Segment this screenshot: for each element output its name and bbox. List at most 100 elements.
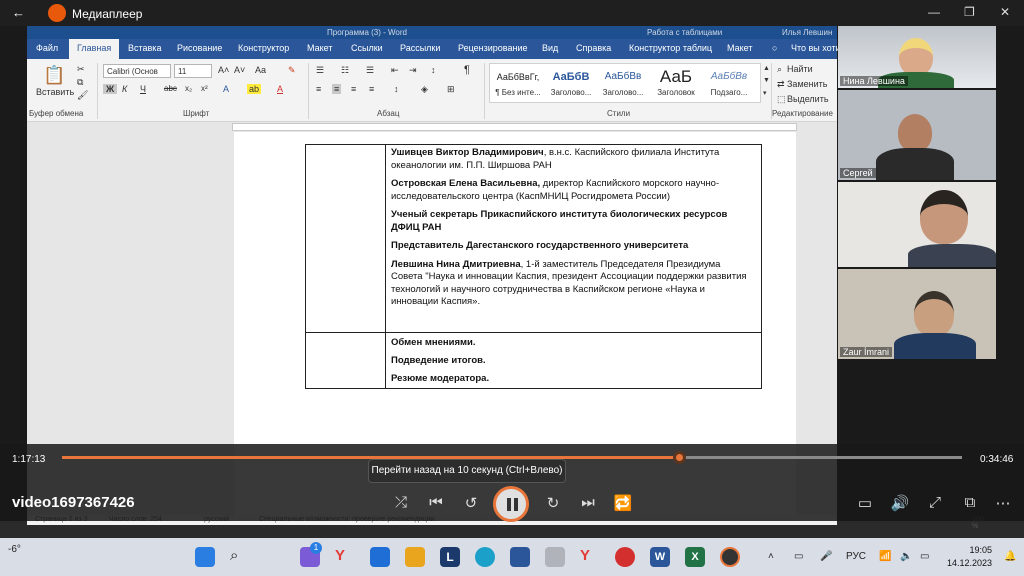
cut-icon[interactable]: ✂ — [77, 64, 85, 75]
tab-view[interactable]: Вид — [542, 43, 558, 53]
paste-icon[interactable]: 📋 — [43, 65, 65, 86]
tab-design[interactable]: Конструктор — [238, 43, 289, 53]
windows-start-icon[interactable] — [195, 547, 215, 567]
app-l-icon[interactable]: L — [440, 547, 460, 567]
excel-icon[interactable]: X — [685, 547, 705, 567]
replace-button[interactable]: Заменить — [787, 79, 827, 89]
style-heading-1[interactable]: АаБбВ Заголово... — [545, 66, 597, 97]
font-color-icon[interactable]: A — [277, 84, 283, 94]
decrease-indent-icon[interactable]: ⇤ — [391, 65, 399, 76]
borders-icon[interactable]: ⊞ — [447, 84, 455, 95]
find-button[interactable]: Найти — [787, 64, 813, 74]
line-spacing-icon[interactable]: ↕ — [394, 84, 399, 94]
repeat-icon[interactable]: 🔁 — [613, 494, 633, 512]
weather-widget[interactable]: -6° — [8, 544, 21, 555]
speakers-cell[interactable]: Ушивцев Виктор Владимирович, в.н.с. Касп… — [391, 147, 753, 315]
pause-button[interactable] — [493, 486, 529, 522]
pilcrow-icon[interactable]: ¶ — [464, 64, 470, 76]
highlight-icon[interactable]: ab — [247, 84, 262, 94]
tab-insert[interactable]: Вставка — [128, 43, 161, 53]
yandex-browser-icon[interactable]: Y — [580, 547, 600, 567]
text-effects-icon[interactable]: A — [223, 84, 229, 94]
tray-chevron-icon[interactable]: ˄ — [768, 551, 774, 562]
minimize-button[interactable]: — — [928, 5, 940, 19]
underline-button[interactable]: Ч — [140, 84, 146, 94]
volume-icon[interactable]: 🔊 — [890, 494, 910, 512]
shuffle-icon[interactable]: ⤮ — [391, 494, 411, 511]
multilevel-list-icon[interactable]: ☰ — [366, 65, 374, 76]
align-left-icon[interactable]: ≡ — [316, 84, 321, 94]
clear-formatting-icon[interactable]: ✎ — [288, 65, 296, 76]
tab-table-layout[interactable]: Макет — [727, 43, 752, 53]
screen-icon[interactable]: ▭ — [794, 551, 803, 562]
font-size-select[interactable]: 11 — [174, 64, 212, 78]
tab-file[interactable]: Файл — [36, 43, 58, 53]
tool-icon[interactable] — [510, 547, 530, 567]
select-button[interactable]: Выделить — [787, 94, 829, 104]
tab-draw[interactable]: Рисование — [177, 43, 222, 53]
settings-icon[interactable] — [545, 547, 565, 567]
file-explorer-icon[interactable] — [405, 547, 425, 567]
superscript-icon[interactable]: x² — [201, 84, 208, 93]
copy-icon[interactable]: ⧉ — [77, 77, 83, 88]
styles-scroll-down-icon[interactable]: ▼ — [763, 77, 770, 84]
previous-icon[interactable]: ⏮ — [426, 494, 446, 511]
style-heading-2[interactable]: АаБбВв Заголово... — [597, 66, 649, 97]
format-painter-icon[interactable]: 🖌 — [77, 90, 88, 101]
tab-table-design[interactable]: Конструктор таблиц — [629, 43, 712, 53]
maximize-button[interactable]: ❐ — [964, 5, 975, 19]
keyboard-language[interactable]: РУС — [846, 551, 866, 562]
microphone-icon[interactable]: 🎤 — [820, 551, 832, 562]
select-icon[interactable]: ⬚ — [777, 94, 786, 105]
italic-button[interactable]: К — [122, 84, 127, 94]
subscript-icon[interactable]: x₂ — [185, 84, 192, 93]
notifications-icon[interactable]: 🔔 — [1004, 551, 1016, 562]
battery-icon[interactable]: ▭ — [920, 551, 929, 562]
sort-icon[interactable]: ↕ — [431, 65, 436, 75]
change-case-icon[interactable]: Aa — [255, 65, 266, 75]
numbering-icon[interactable]: ☷ — [341, 65, 349, 76]
paste-button[interactable]: Вставить — [36, 87, 74, 97]
yandex-icon[interactable]: Y — [335, 547, 355, 567]
align-right-icon[interactable]: ≡ — [351, 84, 356, 94]
seek-thumb[interactable] — [672, 451, 686, 464]
tab-home[interactable]: Главная — [69, 39, 120, 59]
close-button[interactable]: ✕ — [1000, 5, 1010, 19]
system-date[interactable]: 14.12.2023 — [942, 558, 992, 568]
style-no-spacing[interactable]: АаБбВвГг, ¶ Без инте... — [492, 66, 544, 97]
style-title[interactable]: АаБ Заголовок — [650, 66, 702, 97]
tab-help[interactable]: Справка — [576, 43, 611, 53]
skip-forward-30-icon[interactable]: ↻ — [543, 494, 563, 512]
horizontal-ruler[interactable] — [27, 122, 837, 132]
speaker-icon[interactable]: 🔈 — [900, 551, 912, 562]
closing-cell[interactable]: Обмен мнениями. Подведение итогов. Резюм… — [391, 337, 753, 391]
shading-icon[interactable]: ◈ — [421, 84, 428, 95]
style-subtitle[interactable]: АаБбВв Подзаго... — [703, 66, 755, 97]
bullets-icon[interactable]: ☰ — [316, 65, 324, 76]
opera-icon[interactable] — [615, 547, 635, 567]
skip-back-10-icon[interactable]: ↺ — [461, 494, 481, 512]
tab-mailings[interactable]: Рассылки — [400, 43, 440, 53]
styles-scroll-up-icon[interactable]: ▲ — [763, 65, 770, 72]
strikethrough-icon[interactable]: abc — [164, 84, 177, 93]
next-icon[interactable]: ⏭ — [578, 494, 598, 511]
wifi-icon[interactable]: 📶 — [879, 551, 891, 562]
styles-more-icon[interactable]: ▾ — [763, 89, 767, 97]
shrink-font-icon[interactable]: A˅ — [234, 65, 245, 75]
align-center-icon[interactable]: ≡ — [332, 84, 342, 94]
search-icon[interactable]: ⌕ — [230, 547, 250, 567]
grow-font-icon[interactable]: A˄ — [218, 65, 229, 75]
font-name-select[interactable]: Calibri (Основ — [103, 64, 171, 78]
miniplayer-icon[interactable]: ⧉ — [960, 494, 980, 511]
back-arrow-icon[interactable]: ← — [12, 5, 25, 20]
word-icon[interactable]: W — [650, 547, 670, 567]
media-player-icon[interactable] — [720, 547, 740, 567]
captions-icon[interactable]: ▭ — [855, 494, 875, 512]
more-options-icon[interactable]: ⋯ — [993, 494, 1013, 512]
fullscreen-icon[interactable]: ⤢ — [925, 494, 945, 511]
system-time[interactable]: 19:05 — [942, 545, 992, 555]
mail-icon[interactable] — [370, 547, 390, 567]
tell-me-search[interactable]: Что вы хоти — [791, 43, 841, 53]
edge-icon[interactable] — [475, 547, 495, 567]
bold-button[interactable]: Ж — [103, 84, 118, 94]
